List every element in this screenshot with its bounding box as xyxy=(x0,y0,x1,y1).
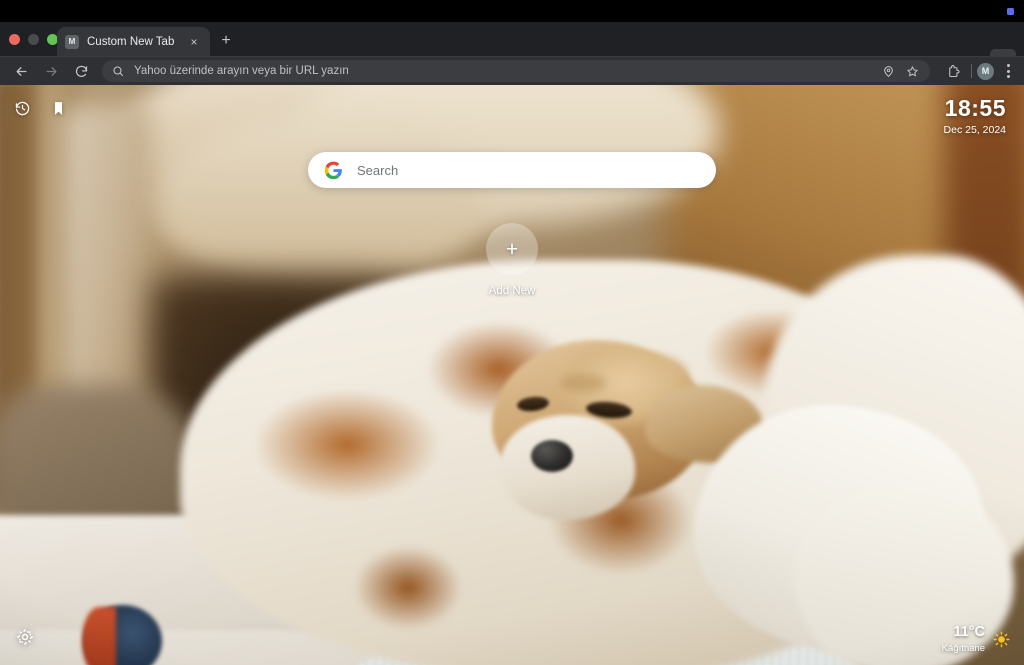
browser-toolbar: Yahoo üzerinde arayın veya bir URL yazın xyxy=(0,56,1024,85)
browser-window: M Custom New Tab × + Yahoo üzerinde aray… xyxy=(0,0,1024,665)
search-icon xyxy=(110,64,125,79)
clock-time: 18:55 xyxy=(944,95,1006,121)
plus-icon: + xyxy=(505,237,519,261)
profile-avatar[interactable]: M xyxy=(977,62,994,80)
omnibox-placeholder: Yahoo üzerinde arayın veya bir URL yazın xyxy=(134,65,349,77)
google-logo-icon xyxy=(324,161,343,180)
back-button[interactable] xyxy=(8,58,34,84)
new-tab-page: 18:55 Dec 25, 2024 Search + Add New 11°C… xyxy=(0,85,1024,665)
omnibox[interactable]: Yahoo üzerinde arayın veya bir URL yazın xyxy=(102,60,930,82)
extensions-puzzle-icon xyxy=(948,64,959,77)
ntp-corner-icons xyxy=(12,98,68,118)
history-icon[interactable] xyxy=(12,98,32,118)
add-new-circle[interactable]: + xyxy=(486,223,538,275)
kebab-dot xyxy=(1006,69,1010,73)
kebab-dot xyxy=(1006,75,1010,78)
tab-custom-new-tab[interactable]: M Custom New Tab × xyxy=(57,27,210,56)
weather-widget[interactable]: 11°C Kâğıthane xyxy=(942,625,1010,653)
add-new-label: Add New xyxy=(488,285,536,297)
clock-date: Dec 25, 2024 xyxy=(943,124,1006,136)
gear-icon xyxy=(17,629,33,645)
weather-temperature: 11°C xyxy=(953,624,985,640)
new-tab-overlay: 18:55 Dec 25, 2024 Search + Add New 11°C… xyxy=(0,85,1024,665)
window-controls xyxy=(9,34,58,45)
new-tab-button[interactable]: + xyxy=(217,32,235,50)
omnibox-actions xyxy=(878,61,922,81)
arrow-right-icon xyxy=(46,66,56,76)
minimize-window-button[interactable] xyxy=(28,34,39,45)
tab-favicon-icon: M xyxy=(65,34,79,49)
location-pin-icon[interactable] xyxy=(878,61,898,81)
close-window-button[interactable] xyxy=(9,34,20,45)
browser-menu-button[interactable] xyxy=(998,60,1018,82)
recording-indicator-dot xyxy=(1007,8,1014,15)
search-box[interactable]: Search xyxy=(308,152,716,188)
desktop-top-strip xyxy=(0,0,1024,22)
clock-widget: 18:55 Dec 25, 2024 xyxy=(944,97,1006,136)
weather-text: 11°C Kâğıthane xyxy=(942,625,985,653)
weather-city: Kâğıthane xyxy=(941,642,985,654)
tab-title: Custom New Tab xyxy=(87,35,175,48)
settings-button[interactable] xyxy=(14,626,36,648)
sun-icon xyxy=(993,631,1010,648)
forward-button[interactable] xyxy=(38,58,64,84)
bookmark-icon[interactable] xyxy=(48,98,68,118)
reload-button[interactable] xyxy=(68,58,94,84)
add-new-shortcut[interactable]: + Add New xyxy=(464,223,560,297)
close-tab-icon[interactable]: × xyxy=(186,34,202,50)
tab-strip: M Custom New Tab × + xyxy=(0,22,1024,71)
kebab-dot xyxy=(1006,64,1010,67)
bookmark-star-icon[interactable] xyxy=(902,61,922,81)
search-placeholder: Search xyxy=(357,162,399,178)
arrow-left-icon xyxy=(16,66,26,76)
toolbar-divider xyxy=(971,64,972,78)
extensions-button[interactable] xyxy=(940,58,966,84)
reload-icon xyxy=(75,65,87,77)
